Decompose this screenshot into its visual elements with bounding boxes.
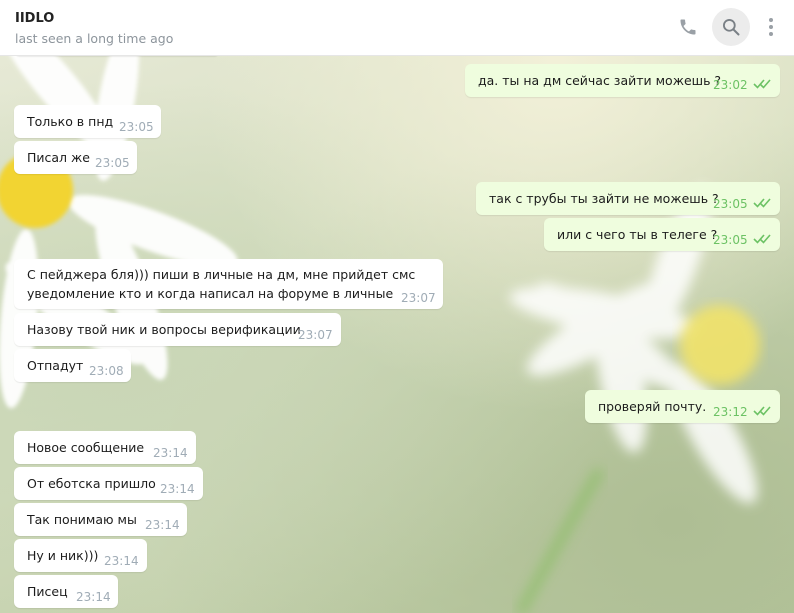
- message-bubble-incoming[interactable]: Только в пнд 23:05: [14, 105, 161, 138]
- chat-status: last seen a long time ago: [15, 31, 174, 46]
- read-checkmarks-icon: [753, 234, 771, 244]
- message-time: 23:02: [713, 78, 748, 92]
- message-time: 23:05: [119, 120, 154, 134]
- search-icon: [723, 19, 740, 36]
- message-text: От еботска пришло: [27, 476, 156, 491]
- message-text: так с трубы ты зайти не можешь ?: [489, 191, 719, 206]
- message-time: 23:12: [713, 405, 748, 419]
- message-bubble-incoming[interactable]: От еботска пришло 23:14: [14, 467, 203, 500]
- message-text-line-1: С пейджера бля))) пиши в личные на дм, м…: [27, 267, 416, 282]
- message-text: проверяй почту.: [598, 399, 707, 414]
- message-text: или с чего ты в телеге ?: [557, 227, 718, 242]
- message-bubble-outgoing[interactable]: да. ты на дм сейчас зайти можешь ? 23:02: [465, 64, 780, 97]
- message-bubble-outgoing[interactable]: проверяй почту. 23:12: [585, 390, 780, 423]
- message-text: да. ты на дм сейчас зайти можешь ?: [478, 73, 722, 88]
- message-time: 23:07: [298, 328, 333, 342]
- message-bubble-outgoing[interactable]: или с чего ты в телеге ? 23:05: [544, 218, 780, 251]
- message-time: 23:14: [76, 590, 111, 604]
- message-text: Новое сообщение: [27, 440, 145, 455]
- message-text: Ну и ник))): [27, 548, 99, 563]
- read-checkmarks-icon: [753, 198, 771, 208]
- message-time: 23:05: [713, 197, 748, 211]
- message-bubble-incoming[interactable]: Писал же 23:05: [14, 141, 137, 174]
- message-time: 23:14: [145, 518, 180, 532]
- message-bubble-incoming[interactable]: Назову твой ник и вопросы верификации 23…: [14, 313, 341, 346]
- call-button[interactable]: [669, 8, 707, 46]
- search-button[interactable]: [712, 8, 750, 46]
- message-bubble-incoming[interactable]: Отпадут 23:08: [14, 349, 131, 382]
- message-bubble-incoming[interactable]: Новое сообщение 23:14: [14, 431, 196, 464]
- message-time: 23:14: [104, 554, 139, 568]
- message-time: 23:14: [160, 482, 195, 496]
- more-vertical-icon: [769, 18, 773, 36]
- chat-header: IIDLO last seen a long time ago: [0, 0, 794, 56]
- message-time: 23:07: [401, 291, 436, 305]
- message-text: Писал же: [27, 150, 90, 165]
- read-checkmarks-icon: [753, 79, 771, 89]
- message-bubble-incoming[interactable]: Писец 23:14: [14, 575, 118, 608]
- phone-icon: [680, 19, 696, 35]
- message-text: Назову твой ник и вопросы верификации: [27, 322, 301, 337]
- message-bubble-incoming[interactable]: Ну и ник))) 23:14: [14, 539, 147, 572]
- message-time: 23:05: [95, 156, 130, 170]
- message-text: Писец: [27, 584, 68, 599]
- message-bubble-incoming[interactable]: С пейджера бля))) пиши в личные на дм, м…: [14, 259, 443, 309]
- message-time: 23:08: [89, 364, 124, 378]
- message-text: Только в пнд: [27, 114, 114, 129]
- message-bubble-outgoing[interactable]: так с трубы ты зайти не можешь ? 23:05: [476, 182, 780, 215]
- message-text: Отпадут: [27, 358, 84, 373]
- message-text: Так понимаю мы: [27, 512, 137, 527]
- more-button[interactable]: [752, 8, 790, 46]
- chat-title[interactable]: IIDLO: [15, 11, 54, 26]
- message-time: 23:14: [153, 446, 188, 460]
- message-bubble-incoming[interactable]: Так понимаю мы 23:14: [14, 503, 187, 536]
- read-checkmarks-icon: [753, 406, 771, 416]
- message-text-line-2: уведомление кто и когда написал на форум…: [27, 286, 394, 301]
- message-time: 23:05: [713, 233, 748, 247]
